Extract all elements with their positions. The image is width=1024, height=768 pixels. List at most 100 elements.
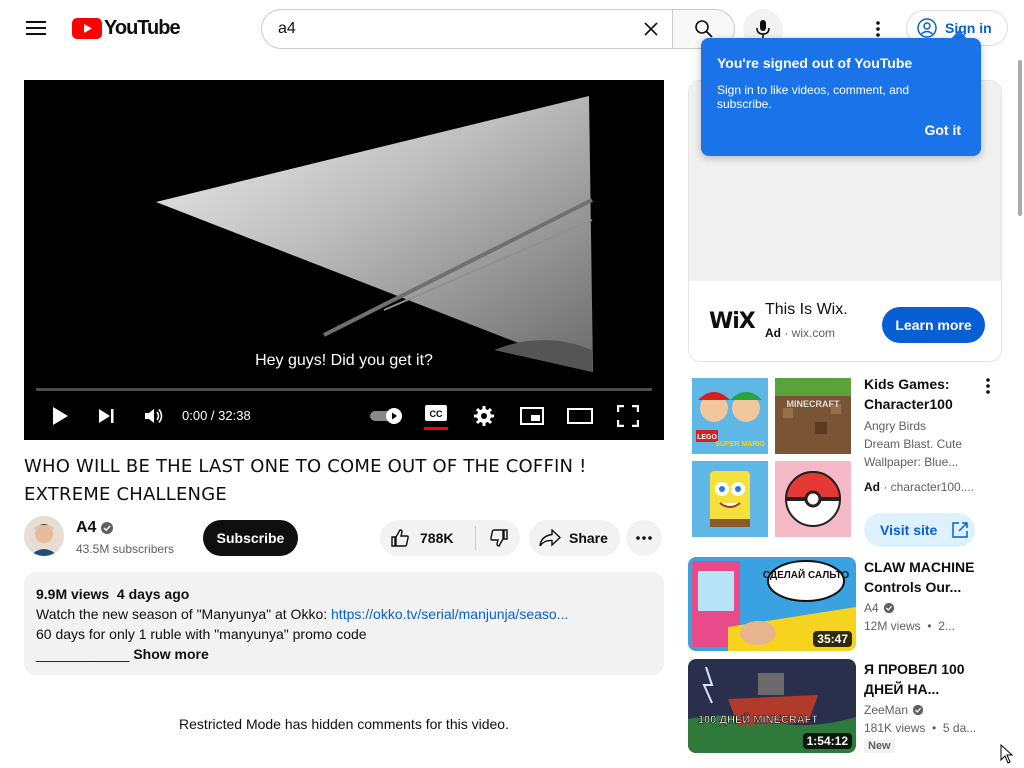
got-it-button[interactable]: Got it xyxy=(924,122,961,138)
tooltip-title: You're signed out of YouTube xyxy=(717,55,913,71)
games-ad[interactable]: LEGO SUPER MARIO MINECRAFT Kids Games: C… xyxy=(688,374,1002,554)
recommendation-title[interactable]: Я ПРОВЕЛ 100 ДНЕЙ НА... xyxy=(864,659,984,699)
description-link[interactable]: https://okko.tv/serial/manjunja/seaso... xyxy=(331,606,568,622)
search-box[interactable] xyxy=(261,9,672,49)
ad-tile-minecraft: MINECRAFT xyxy=(775,378,851,454)
mouse-cursor-icon xyxy=(1000,744,1014,764)
tile-mario-label: SUPER MARIO xyxy=(715,441,765,448)
fullscreen-button[interactable] xyxy=(614,400,642,432)
games-ad-title[interactable]: Kids Games: Character100 xyxy=(864,374,974,414)
games-ad-meta: Ad · character100.... xyxy=(864,480,975,494)
dislike-button[interactable] xyxy=(478,520,520,556)
games-ad-label: Ad xyxy=(864,480,880,494)
play-button[interactable] xyxy=(46,400,74,432)
description-box[interactable]: 9.9M views 4 days ago Watch the new seas… xyxy=(24,572,664,675)
ad-label: Ad xyxy=(765,326,781,340)
more-actions-button[interactable] xyxy=(626,520,662,556)
ad-meta: Ad · wix.com xyxy=(765,326,836,340)
new-badge: New xyxy=(864,739,895,753)
share-button[interactable]: Share xyxy=(529,520,620,556)
channel-avatar[interactable] xyxy=(24,516,64,556)
show-more-button[interactable]: Show more xyxy=(133,646,208,662)
spongebob-thumbnail xyxy=(692,461,768,537)
games-ad-domain: character100.... xyxy=(890,480,975,494)
view-stats: 9.9M views 4 days ago xyxy=(36,586,190,602)
recommendation-thumbnail[interactable]: 100 ДНЕЙ MINECRAFT 1:54:12 xyxy=(688,659,856,753)
description-rule: ____________ xyxy=(36,646,130,662)
learn-more-button[interactable]: Learn more xyxy=(882,307,985,343)
tooltip-body: Sign in to like videos, comment, and sub… xyxy=(717,83,910,111)
next-button[interactable] xyxy=(92,400,120,432)
recommendation-item[interactable]: СДЕЛАЙ САЛЬТО 35:47 CLAW MACHINE Control… xyxy=(688,557,1002,651)
subscribe-button[interactable]: Subscribe xyxy=(203,520,298,556)
like-count: 788K xyxy=(420,530,454,546)
recommendation-item[interactable]: 100 ДНЕЙ MINECRAFT 1:54:12 Я ПРОВЕЛ 100 … xyxy=(688,659,1002,753)
menu-button[interactable] xyxy=(16,8,56,48)
theater-icon xyxy=(567,408,593,424)
play-icon xyxy=(53,407,68,425)
youtube-play-icon xyxy=(72,17,102,39)
progress-bar[interactable] xyxy=(36,388,652,391)
skip-next-icon xyxy=(99,409,114,423)
like-divider xyxy=(475,526,476,550)
video-player[interactable]: Hey guys! Did you get it? 0:00 / 32:38 C… xyxy=(24,80,664,440)
page-scrollbar[interactable] xyxy=(1016,56,1024,768)
youtube-logo[interactable]: YouTube xyxy=(72,16,181,39)
visit-site-button[interactable]: Visit site xyxy=(864,513,975,547)
autoplay-toggle[interactable] xyxy=(366,400,406,432)
description-line-2: 60 days for only 1 ruble with "manyunya"… xyxy=(36,626,367,642)
visit-site-label: Visit site xyxy=(880,522,938,538)
more-vertical-icon xyxy=(986,378,990,394)
search-input[interactable] xyxy=(278,20,618,38)
microphone-icon xyxy=(756,20,770,38)
close-icon xyxy=(644,22,658,36)
ad-domain: wix.com xyxy=(791,326,836,340)
like-button[interactable]: 788K xyxy=(380,520,472,556)
avatar-image xyxy=(24,516,64,556)
subtitles-button[interactable]: CC xyxy=(420,400,452,432)
share-icon xyxy=(539,529,561,547)
recommendation-channel-name: A4 xyxy=(864,601,879,615)
ad-tile-mario: LEGO SUPER MARIO xyxy=(692,378,768,454)
tile-lego-label: LEGO xyxy=(697,434,717,441)
autoplay-icon xyxy=(370,408,402,424)
external-link-icon xyxy=(952,522,969,538)
description-text: Watch the new season of "Manyunya" at Ok… xyxy=(36,606,332,622)
volume-icon xyxy=(145,409,163,423)
recommendation-channel[interactable]: ZeeMan xyxy=(864,703,924,717)
scrollbar-thumb[interactable] xyxy=(1018,60,1022,216)
description-line-3: ____________ Show more xyxy=(36,644,652,664)
recommendation-title[interactable]: CLAW MACHINE Controls Our... xyxy=(864,557,984,597)
games-ad-description: Angry Birds Dream Blast. Cute Wallpaper:… xyxy=(864,419,963,469)
ad-tile-spongebob xyxy=(692,461,768,537)
description-line-1: Watch the new season of "Manyunya" at Ok… xyxy=(36,604,652,624)
miniplayer-icon xyxy=(520,407,544,425)
player-controls: 0:00 / 32:38 CC xyxy=(24,396,664,436)
games-ad-menu-button[interactable] xyxy=(978,374,998,398)
signed-out-tooltip: You're signed out of YouTube Sign in to … xyxy=(701,38,981,156)
recommendation-channel[interactable]: A4 xyxy=(864,601,895,615)
minecraft-thumbnail: MINECRAFT xyxy=(775,378,851,454)
logo-text: YouTube xyxy=(104,16,181,39)
thumbnail-caption: 100 ДНЕЙ MINECRAFT xyxy=(698,713,819,726)
verified-icon xyxy=(912,704,924,716)
verified-icon xyxy=(883,602,894,614)
recommendation-channel-name: ZeeMan xyxy=(864,703,909,717)
miniplayer-button[interactable] xyxy=(518,400,546,432)
fullscreen-icon xyxy=(617,405,639,427)
verified-icon xyxy=(101,522,113,534)
mute-button[interactable] xyxy=(140,400,168,432)
thumbnail-caption: СДЕЛАЙ САЛЬТО xyxy=(763,568,849,581)
video-title: WHO WILL BE THE LAST ONE TO COME OUT OF … xyxy=(24,456,587,505)
channel-name[interactable]: A4 xyxy=(76,519,96,537)
like-dislike-group: 788K xyxy=(380,520,520,556)
theater-mode-button[interactable] xyxy=(566,400,594,432)
clear-search-button[interactable] xyxy=(636,14,666,44)
recommendation-thumbnail[interactable]: СДЕЛАЙ САЛЬТО 35:47 xyxy=(688,557,856,651)
pokeball-thumbnail xyxy=(775,461,851,537)
ad-title[interactable]: This Is Wix. xyxy=(765,301,848,319)
settings-button[interactable] xyxy=(470,400,498,432)
wix-logo: WiX xyxy=(709,309,756,334)
tile-minecraft-label: MINECRAFT xyxy=(787,399,840,409)
subscriber-count: 43.5M subscribers xyxy=(76,542,175,556)
